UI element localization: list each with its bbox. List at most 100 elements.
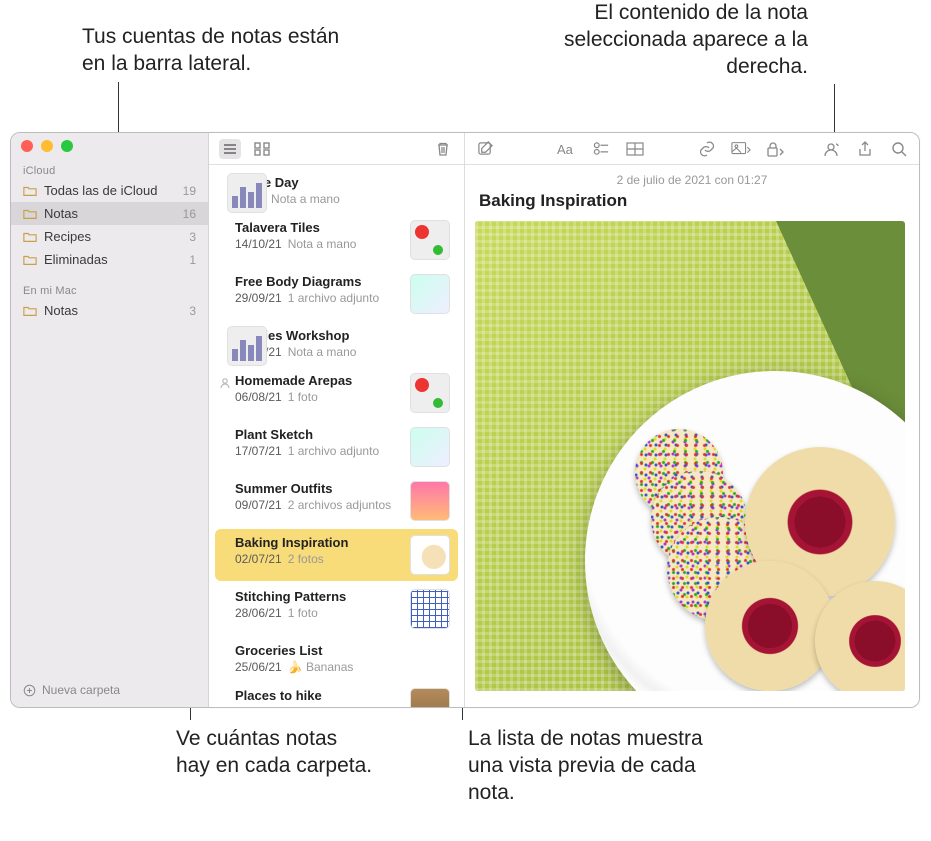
- sidebar-item-label: Todas las de iCloud: [44, 183, 176, 198]
- callout-folder-count: Ve cuántas notas hay en cada carpeta.: [176, 726, 376, 780]
- note-item-title: Places to hike: [235, 688, 402, 703]
- sidebar: iCloud Todas las de iCloud 19 Notas 16 R…: [11, 133, 209, 707]
- note-thumbnail: [410, 274, 450, 314]
- sidebar-item-count: 3: [189, 230, 196, 244]
- note-item-meta: 02/07/212 fotos: [235, 552, 402, 566]
- note-item-meta: 06/08/211 foto: [235, 390, 402, 404]
- sidebar-item-recipes[interactable]: Recipes 3: [11, 225, 208, 248]
- media-button[interactable]: [731, 139, 751, 159]
- share-icon: [857, 141, 873, 157]
- close-window-button[interactable]: [21, 140, 33, 152]
- link-button[interactable]: [697, 139, 717, 159]
- folder-icon: [23, 253, 37, 267]
- note-list-item[interactable]: Summer Outfits09/07/212 archivos adjunto…: [215, 475, 458, 527]
- sidebar-section-icloud: iCloud: [11, 159, 208, 179]
- note-content-toolbar: Aa: [465, 133, 919, 165]
- note-thumbnail: [227, 326, 267, 366]
- collaborate-button[interactable]: [821, 139, 841, 159]
- compose-icon: [477, 140, 494, 157]
- sidebar-item-label: Notas: [44, 206, 176, 221]
- note-content-column: Aa: [465, 133, 919, 707]
- note-item-meta: 03/09/21Nota a mano: [235, 345, 450, 359]
- note-body[interactable]: [465, 221, 919, 707]
- sidebar-item-mac-notas[interactable]: Notas 3: [11, 299, 208, 322]
- table-icon: [626, 142, 644, 156]
- note-item-meta: 29/09/211 archivo adjunto: [235, 291, 402, 305]
- note-list-item[interactable]: Groceries List25/06/21🍌 Bananas: [215, 637, 458, 680]
- note-thumbnail: [410, 427, 450, 467]
- note-item-title: Summer Outfits: [235, 481, 402, 496]
- list-view-icon: [222, 142, 238, 156]
- note-item-title: Stitching Patterns: [235, 589, 402, 604]
- new-folder-label: Nueva carpeta: [42, 683, 120, 697]
- note-title[interactable]: Baking Inspiration: [465, 191, 919, 221]
- compose-button[interactable]: [475, 139, 495, 159]
- link-icon: [698, 141, 716, 157]
- note-item-title: Baking Inspiration: [235, 535, 402, 550]
- shared-icon: [219, 377, 231, 389]
- note-list-item[interactable]: Game Day15:56Nota a mano: [215, 169, 458, 212]
- grid-view-icon: [254, 142, 270, 156]
- format-button[interactable]: Aa: [557, 139, 577, 159]
- folder-icon: [23, 184, 37, 198]
- sidebar-item-label: Eliminadas: [44, 252, 182, 267]
- note-list-item[interactable]: Talavera Tiles14/10/21Nota a mano: [215, 214, 458, 266]
- note-item-title: Talavera Tiles: [235, 220, 402, 235]
- sidebar-item-count: 16: [183, 207, 196, 221]
- note-thumbnail: [410, 535, 450, 575]
- minimize-window-button[interactable]: [41, 140, 53, 152]
- note-list-item[interactable]: Free Body Diagrams29/09/211 archivo adju…: [215, 268, 458, 320]
- list-view-button[interactable]: [219, 139, 241, 159]
- note-item-title: Game Day: [235, 175, 450, 190]
- share-button[interactable]: [855, 139, 875, 159]
- cookie-icon: [705, 561, 835, 691]
- sidebar-item-count: 3: [189, 304, 196, 318]
- notes-list[interactable]: Game Day15:56Nota a manoTalavera Tiles14…: [209, 165, 464, 707]
- callout-notes-preview: La lista de notas muestra una vista prev…: [468, 726, 728, 807]
- search-button[interactable]: [889, 139, 909, 159]
- checklist-icon: [593, 141, 610, 157]
- sidebar-item-label: Recipes: [44, 229, 182, 244]
- note-timestamp: 2 de julio de 2021 con 01:27: [465, 165, 919, 191]
- note-item-meta: 28/06/211 foto: [235, 606, 402, 620]
- notes-app-window: iCloud Todas las de iCloud 19 Notas 16 R…: [10, 132, 920, 708]
- note-item-meta: 02/06/212 fotos: [235, 705, 402, 707]
- sidebar-item-all-icloud[interactable]: Todas las de iCloud 19: [11, 179, 208, 202]
- folder-icon: [23, 304, 37, 318]
- note-list-item[interactable]: Plant Sketch17/07/211 archivo adjunto: [215, 421, 458, 473]
- new-folder-button[interactable]: Nueva carpeta: [11, 675, 208, 707]
- sidebar-item-notas[interactable]: Notas 16: [11, 202, 208, 225]
- folder-icon: [23, 230, 37, 244]
- sidebar-item-count: 19: [183, 184, 196, 198]
- plus-circle-icon: [23, 684, 36, 697]
- zoom-window-button[interactable]: [61, 140, 73, 152]
- window-traffic-lights: [11, 133, 208, 159]
- photo-icon: [731, 141, 751, 157]
- note-item-title: Textiles Workshop: [235, 328, 450, 343]
- note-list-item[interactable]: Places to hike 02/06/212 fotos: [215, 682, 458, 707]
- note-thumbnail: [227, 173, 267, 213]
- format-icon: Aa: [557, 141, 577, 157]
- note-list-item[interactable]: Homemade Arepas 06/08/211 foto: [215, 367, 458, 419]
- delete-note-button[interactable]: [432, 139, 454, 159]
- sidebar-item-eliminadas[interactable]: Eliminadas 1: [11, 248, 208, 271]
- note-list-item[interactable]: Baking Inspiration 02/07/212 fotos: [215, 529, 458, 581]
- note-list-item[interactable]: Stitching Patterns 28/06/211 foto: [215, 583, 458, 635]
- lock-button[interactable]: [765, 139, 785, 159]
- notes-list-toolbar: [209, 133, 464, 165]
- checklist-button[interactable]: [591, 139, 611, 159]
- search-icon: [891, 141, 907, 157]
- notes-list-column: Game Day15:56Nota a manoTalavera Tiles14…: [209, 133, 465, 707]
- note-item-meta: 17/07/211 archivo adjunto: [235, 444, 402, 458]
- note-thumbnail: [410, 688, 450, 707]
- gallery-view-button[interactable]: [251, 139, 273, 159]
- note-attachment-photo[interactable]: [475, 221, 905, 691]
- note-item-title: Homemade Arepas: [235, 373, 402, 388]
- table-button[interactable]: [625, 139, 645, 159]
- lock-icon: [765, 141, 785, 157]
- note-list-item[interactable]: Textiles Workshop 03/09/21Nota a mano: [215, 322, 458, 365]
- callout-sidebar-accounts: Tus cuentas de notas están en la barra l…: [82, 24, 362, 78]
- trash-icon: [435, 141, 451, 157]
- note-item-title: Groceries List: [235, 643, 450, 658]
- note-thumbnail: [410, 481, 450, 521]
